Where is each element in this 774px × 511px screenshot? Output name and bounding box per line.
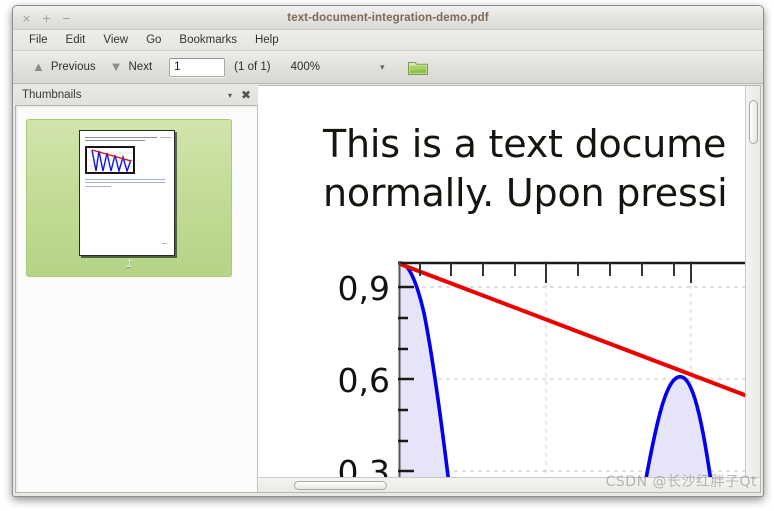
menu-item-view[interactable]: View [96,32,135,48]
document-text-line-2: normally. Upon pressi [323,171,728,215]
close-icon[interactable]: ✖ [238,87,254,103]
sidebar-title: Thumbnails [22,89,82,101]
folder-icon[interactable] [407,58,429,77]
y-tick-label-1: 0,6 [337,361,390,400]
y-tick-label-0: 0,9 [337,269,390,308]
previous-page-label: Previous [50,61,96,73]
arrow-up-icon: ▲ [32,58,45,74]
zoom-level-value[interactable]: 400% [291,61,320,73]
thumbnails-sidebar: Thumbnails ▾ ✖ 1 [15,85,258,493]
title-bar: × + − text-document-integration-demo.pdf [13,6,763,30]
page-count-label: (1 of 1) [234,61,271,73]
horizontal-scrollbar[interactable] [258,477,760,492]
window-title: text-document-integration-demo.pdf [287,12,489,24]
thumbnail-list[interactable]: 1 [15,105,258,493]
thumbnail-chart [85,146,135,174]
menu-item-bookmarks[interactable]: Bookmarks [172,32,244,48]
thumbnail-item-1[interactable]: 1 [26,119,232,277]
menu-item-go[interactable]: Go [139,32,168,48]
menu-bar: File Edit View Go Bookmarks Help [13,30,763,51]
document-scroll-area[interactable]: This is a text docume normally. Upon pre… [258,86,760,477]
chevron-down-icon[interactable]: ▾ [380,62,385,73]
chart-plot-area [398,261,760,477]
next-page-label: Next [128,61,153,73]
chevron-down-icon[interactable]: ▾ [222,87,238,103]
horizontal-scrollbar-thumb[interactable] [294,481,387,490]
application-window: × + − text-document-integration-demo.pdf… [12,5,764,497]
y-tick-label-2: 0,3 [337,453,390,477]
toolbar: ▲ Previous ▼ Next (1 of 1) 400% ▾ [13,51,763,84]
chart-svg [398,261,760,477]
menu-item-file[interactable]: File [22,32,55,48]
previous-page-button[interactable]: ▲ Previous [25,58,103,77]
vertical-scrollbar[interactable] [745,86,760,477]
chart: 0,9 0,6 0,3 [320,261,760,477]
desktop-background: × + − text-document-integration-demo.pdf… [0,0,774,511]
window-body: Thumbnails ▾ ✖ 1 This is a text docume n… [13,84,763,496]
next-page-button[interactable]: ▼ Next [103,58,160,77]
document-view: This is a text docume normally. Upon pre… [258,85,761,493]
sidebar-header: Thumbnails ▾ ✖ [15,85,258,105]
vertical-scrollbar-thumb[interactable] [749,100,758,144]
document-text-line-1: This is a text docume [323,122,727,166]
pdf-page: This is a text docume normally. Upon pre… [258,86,760,477]
menu-item-help[interactable]: Help [248,32,286,48]
thumbnail-page-number: 1 [125,258,133,270]
page-number-input[interactable] [169,57,226,77]
menu-item-edit[interactable]: Edit [59,32,93,48]
arrow-down-icon: ▼ [109,58,123,74]
thumbnail-page-preview [79,130,175,256]
chart-y-axis-labels: 0,9 0,6 0,3 [320,261,396,477]
